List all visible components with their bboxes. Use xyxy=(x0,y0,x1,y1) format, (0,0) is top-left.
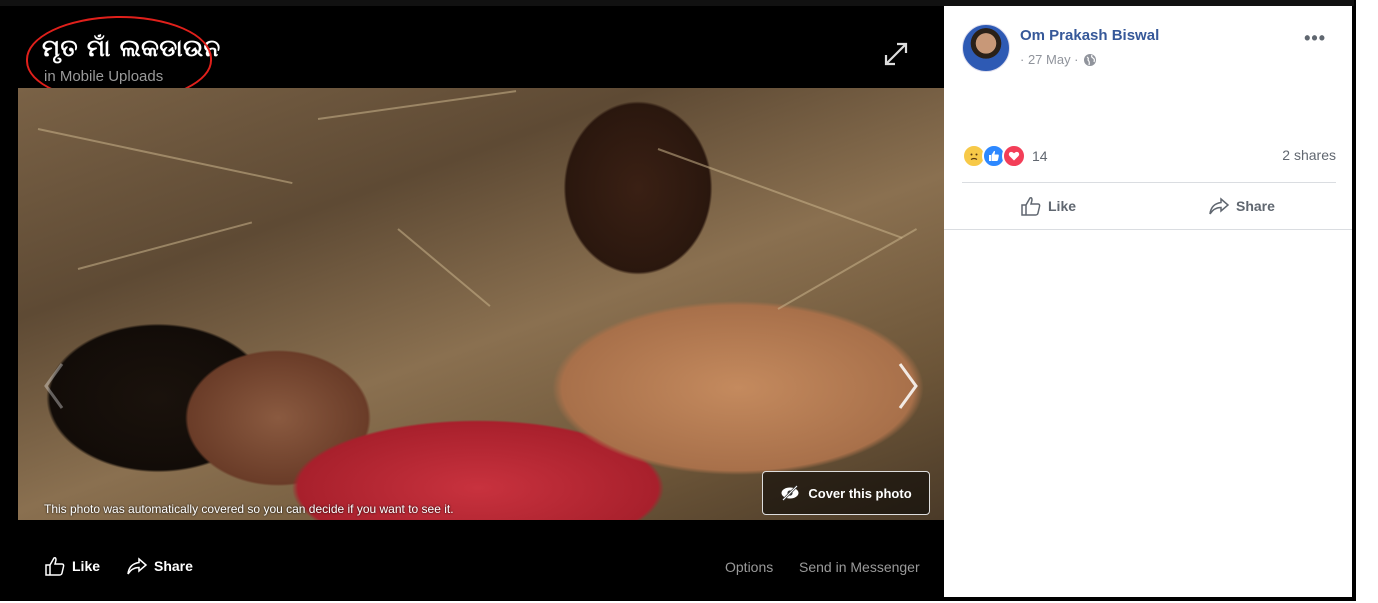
viewer-footer: Like Share Options Send in Messenger xyxy=(18,520,944,601)
share-arrow-icon xyxy=(1209,197,1230,215)
author-name[interactable]: Om Prakash Biswal xyxy=(1020,27,1159,44)
photo-viewer: ମୃତ ମାଁ ଲକଡାଉନ in Mobile Uploads This ph… xyxy=(18,6,944,601)
viewer-header: ମୃତ ମାଁ ଲକଡାଉନ in Mobile Uploads xyxy=(18,6,944,104)
globe-icon[interactable] xyxy=(1083,53,1097,67)
cover-photo-button[interactable]: Cover this photo xyxy=(762,471,930,515)
grass-detail xyxy=(37,128,293,185)
cover-caption: This photo was automatically covered so … xyxy=(44,502,454,516)
reaction-summary[interactable]: 14 xyxy=(962,144,1048,168)
previous-arrow-icon[interactable] xyxy=(40,358,68,414)
viewer-share-button[interactable]: Share xyxy=(126,556,193,576)
post-share-button[interactable]: Share xyxy=(1208,196,1275,216)
viewer-like-button[interactable]: Like xyxy=(44,556,100,576)
post-date[interactable]: · 27 May · xyxy=(1020,52,1079,67)
shares-count[interactable]: 2 shares xyxy=(1282,147,1336,163)
love-reaction-icon xyxy=(1002,144,1026,168)
photo-theater: ମୃତ ମାଁ ଲକଡାଉନ in Mobile Uploads This ph… xyxy=(0,0,1356,601)
divider xyxy=(944,229,1352,230)
grass-detail xyxy=(777,228,918,310)
share-arrow-icon xyxy=(127,557,148,575)
thumbs-up-icon xyxy=(45,557,65,576)
grass-detail xyxy=(317,90,517,120)
next-arrow-icon[interactable] xyxy=(894,358,922,414)
grass-detail xyxy=(77,221,253,270)
post-like-label: Like xyxy=(1048,198,1077,214)
thumbs-up-icon xyxy=(1021,197,1041,216)
post-meta: · 27 May · xyxy=(1020,52,1097,67)
grass-detail xyxy=(657,148,903,239)
avatar[interactable] xyxy=(962,24,1010,72)
send-in-messenger-link[interactable]: Send in Messenger xyxy=(799,559,920,575)
more-options-icon[interactable]: ••• xyxy=(1304,28,1326,49)
post-share-label: Share xyxy=(1236,198,1275,214)
viewer-like-label: Like xyxy=(72,558,101,574)
viewer-share-label: Share xyxy=(154,558,193,574)
grass-detail xyxy=(397,228,491,307)
eye-slash-icon xyxy=(781,485,799,501)
expand-icon[interactable] xyxy=(882,40,910,68)
post-sidebar: Om Prakash Biswal · 27 May · ••• 14 2 sh… xyxy=(944,6,1352,597)
divider xyxy=(962,182,1336,183)
reaction-count[interactable]: 14 xyxy=(1032,148,1048,164)
photo-image[interactable] xyxy=(18,88,944,520)
post-like-button[interactable]: Like xyxy=(1020,196,1076,216)
options-link[interactable]: Options xyxy=(725,559,773,575)
cover-button-label: Cover this photo xyxy=(808,485,912,501)
